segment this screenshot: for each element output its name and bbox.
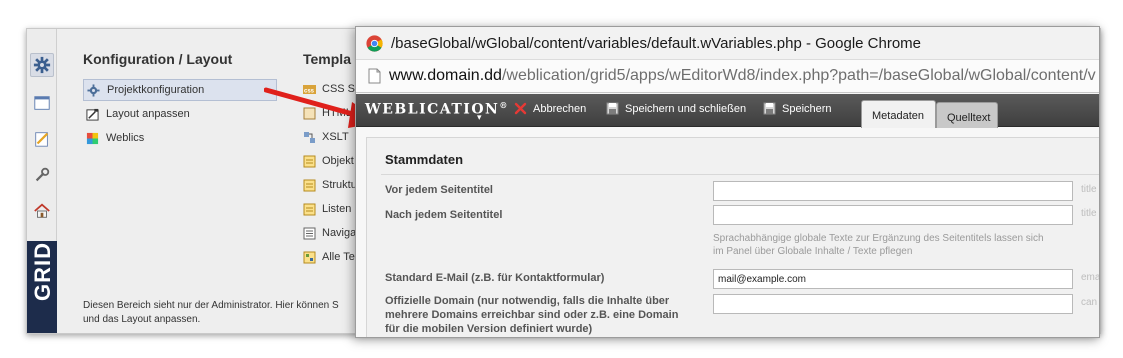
seitentitel-hint: Sprachabhängige globale Texte zur Ergänz…: [713, 232, 1078, 258]
tab-metadaten[interactable]: Metadaten: [861, 100, 936, 128]
wrench-icon: [35, 167, 50, 182]
chevron-down-icon[interactable]: ▾: [477, 112, 482, 123]
tab-quelltext[interactable]: Quelltext: [936, 102, 998, 128]
template-item-label: Objekt: [322, 155, 354, 167]
offizielle-domain-input[interactable]: [713, 294, 1073, 314]
field-suffix: ema: [1081, 272, 1100, 283]
label-line: Offizielle Domain (nur notwendig, falls …: [385, 295, 670, 307]
editor-toolbar: WEBLICATION® ▾ Abbrechen Speichern und s…: [356, 94, 1099, 128]
nav-item-label: Layout anpassen: [106, 108, 190, 120]
close-icon: [514, 102, 527, 115]
nach-seitentitel-input[interactable]: [713, 205, 1073, 225]
field-suffix: can: [1081, 297, 1098, 308]
rail-window-button[interactable]: [30, 91, 54, 115]
field-label-standard-email: Standard E-Mail (z.B. für Kontaktformula…: [385, 272, 605, 284]
konfiguration-list: Projektkonfiguration Layout anpassen Web…: [83, 79, 283, 149]
gear-icon: [86, 83, 100, 97]
nav-item-layout-anpassen[interactable]: Layout anpassen: [83, 103, 283, 125]
navigation-icon: [303, 227, 316, 239]
chrome-logo-icon: [366, 34, 383, 52]
left-icon-rail: GRID: [27, 29, 57, 333]
all-templates-icon: [303, 251, 316, 263]
rail-edit-button[interactable]: [30, 127, 54, 151]
template-item-label: XSLT: [322, 131, 349, 143]
rail-tools-button[interactable]: [30, 163, 54, 187]
field-suffix: title: [1081, 208, 1097, 219]
brand-mark: ®: [499, 100, 509, 110]
edit-icon: [35, 132, 49, 147]
xslt-icon: [304, 131, 315, 143]
screenshot-stage: GRID Konfiguration / Layout Projektkonfi…: [0, 0, 1123, 358]
vor-seitentitel-input[interactable]: [713, 181, 1073, 201]
weblication-logo[interactable]: WEBLICATION®: [365, 100, 509, 118]
admin-notice-line: und das Layout anpassen.: [83, 314, 201, 325]
label-line: mehrere Domains erreichbar sind oder z.B…: [385, 309, 679, 321]
gear-icon: [33, 56, 51, 74]
metadata-form: Stammdaten Vor jedem Seitentitel title N…: [366, 137, 1100, 337]
hint-line: Sprachabhängige globale Texte zur Ergänz…: [713, 233, 1044, 244]
save-and-close-button[interactable]: Speichern und schließen: [606, 102, 746, 115]
url-host: www.domain.dd: [389, 67, 502, 84]
cancel-button[interactable]: Abbrechen: [514, 102, 586, 115]
grid-logo: GRID: [27, 241, 57, 333]
chrome-popup-window: /baseGlobal/wGlobal/content/variables/de…: [355, 26, 1100, 338]
template-item-label: Listen: [322, 203, 352, 215]
admin-notice: Diesen Bereich sieht nur der Administrat…: [83, 299, 373, 327]
nav-item-weblics[interactable]: Weblics: [83, 127, 283, 149]
hint-line: im Panel über Globale Inhalte / Texte pf…: [713, 246, 913, 257]
grid-logo-text: GRID: [30, 242, 55, 301]
window-title: /baseGlobal/wGlobal/content/variables/de…: [391, 34, 922, 52]
nav-item-projektkonfiguration[interactable]: Projektkonfiguration: [83, 79, 277, 101]
url-path: /weblication/grid5/apps/wEditorWd8/index…: [501, 67, 1096, 84]
template-item-label: Naviga: [322, 227, 357, 239]
template-item-label: Struktu: [322, 179, 357, 191]
section-divider: [381, 174, 1099, 175]
nav-item-label: Weblics: [106, 132, 145, 144]
nav-item-label: Projektkonfiguration: [107, 84, 205, 96]
layout-icon: [85, 107, 99, 121]
weblics-icon: [85, 131, 99, 145]
label-line: für die mobilen Version definiert wurde): [385, 323, 593, 335]
field-suffix: title: [1081, 184, 1097, 195]
save-and-close-label: Speichern und schließen: [625, 102, 747, 115]
structure-icon: [303, 179, 316, 191]
field-label-vor-seitentitel: Vor jedem Seitentitel: [385, 184, 493, 196]
list-icon: [303, 203, 316, 215]
save-label: Speichern: [782, 102, 832, 115]
template-item-label: Alle Te: [322, 251, 355, 263]
admin-notice-line: Diesen Bereich sieht nur der Administrat…: [83, 300, 339, 311]
section-title: Stammdaten: [385, 152, 464, 167]
field-label-nach-seitentitel: Nach jedem Seitentitel: [385, 209, 503, 221]
floppy-disk-icon: [606, 102, 619, 115]
standard-email-input[interactable]: [713, 269, 1073, 289]
cancel-label: Abbrechen: [533, 102, 587, 115]
window-titlebar[interactable]: /baseGlobal/wGlobal/content/variables/de…: [356, 27, 1099, 59]
page-icon: [368, 68, 381, 84]
save-button[interactable]: Speichern: [763, 102, 832, 115]
address-bar[interactable]: www.domain.dd/weblication/grid5/apps/wEd…: [356, 59, 1099, 93]
floppy-disk-icon: [763, 102, 776, 115]
konfiguration-title: Konfiguration / Layout: [83, 51, 233, 67]
home-icon: [34, 203, 50, 218]
object-icon: [303, 155, 316, 167]
field-label-offizielle-domain: Offizielle Domain (nur notwendig, falls …: [385, 294, 705, 336]
window-icon: [34, 96, 50, 110]
url-text[interactable]: www.domain.dd/weblication/grid5/apps/wEd…: [389, 67, 1096, 85]
konfiguration-column: Konfiguration / Layout Projektkonfigurat…: [83, 51, 283, 151]
rail-settings-button[interactable]: [30, 53, 54, 77]
rail-home-button[interactable]: [30, 199, 54, 223]
